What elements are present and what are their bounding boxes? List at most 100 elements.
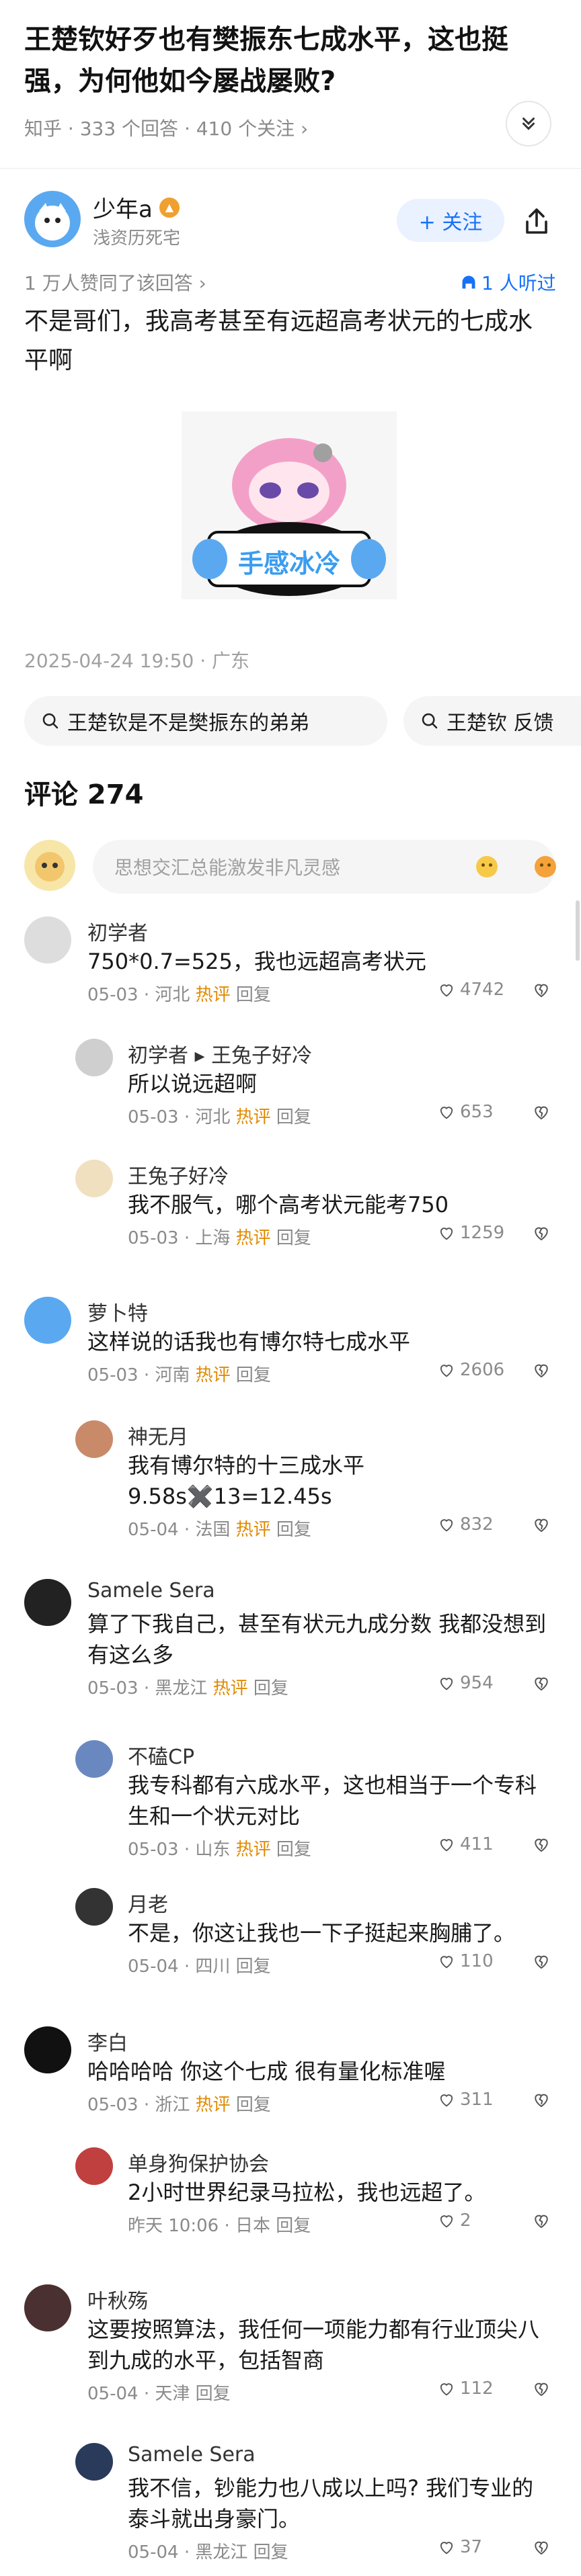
comment-date: 05-04 ·: [128, 2542, 196, 2563]
question-title[interactable]: 王楚钦好歹也有樊振东七成水平，这也挺强，为何他如今屡战屡败?: [24, 19, 508, 102]
share-button[interactable]: [520, 206, 553, 238]
commenter-avatar[interactable]: [75, 1888, 113, 1926]
emoji-button-icon[interactable]: [476, 856, 498, 877]
commenter-name[interactable]: 不磕CP: [128, 1740, 194, 1770]
reply-button[interactable]: 回复: [196, 2384, 231, 2404]
comment-location: 日本: [235, 2216, 276, 2236]
commenter-name-text[interactable]: Samele Sera: [128, 2443, 256, 2466]
commenter-avatar[interactable]: [24, 2026, 71, 2073]
like-button[interactable]: 2: [437, 2210, 471, 2231]
commenter-name[interactable]: 初学者 ▸ 王兔子好冷: [128, 1039, 312, 1068]
commenter-avatar[interactable]: [75, 1740, 113, 1778]
commenter-avatar[interactable]: [75, 2443, 113, 2481]
commenter-name-text[interactable]: 不磕CP: [128, 1740, 194, 1770]
like-button[interactable]: 37: [437, 2537, 482, 2557]
commenter-name-text[interactable]: 萝卜特: [87, 1297, 148, 1326]
related-search-chip[interactable]: 王楚钦 反馈: [403, 696, 581, 746]
commenter-name[interactable]: 初学者: [87, 916, 148, 946]
commenter-name[interactable]: 月老: [128, 1888, 168, 1918]
reply-button[interactable]: 回复: [236, 1365, 271, 1385]
dislike-button[interactable]: [531, 2210, 554, 2233]
commenter-name[interactable]: 叶秋殇: [87, 2284, 148, 2314]
reply-button[interactable]: 回复: [276, 1228, 311, 1248]
dislike-button[interactable]: [531, 2090, 554, 2112]
like-button[interactable]: 110: [437, 1951, 494, 1971]
commenter-avatar[interactable]: [75, 1039, 113, 1076]
commenter-name-text[interactable]: 叶秋殇: [87, 2284, 148, 2314]
commenter-name-text[interactable]: 单身狗保护协会: [128, 2147, 269, 2177]
commenter-avatar[interactable]: [24, 1579, 71, 1626]
emoji-panel-icon[interactable]: [535, 856, 557, 877]
reply-button[interactable]: 回复: [276, 1107, 311, 1127]
commenter-avatar[interactable]: [75, 2147, 113, 2185]
comment-location: 山东: [195, 1840, 236, 1860]
reply-button[interactable]: 回复: [236, 1957, 271, 1977]
dislike-button[interactable]: [531, 1514, 554, 1537]
commenter-avatar[interactable]: [24, 916, 71, 963]
comment-text: 算了下我自己，甚至有状元九成分数 我都没想到有这么多: [87, 1611, 547, 1668]
dislike-button[interactable]: [531, 980, 554, 1002]
vote-count[interactable]: 1 万人赞同了该回答 ›: [24, 269, 206, 296]
commenter-name[interactable]: 神无月: [128, 1420, 188, 1450]
comment-meta: 05-03 · 山东 热评 回复: [128, 1836, 311, 1860]
like-button[interactable]: 112: [437, 2378, 494, 2399]
like-button[interactable]: 1259: [437, 1223, 504, 1243]
like-button[interactable]: 954: [437, 1673, 494, 1693]
comment-date: 05-04 ·: [87, 2384, 155, 2404]
author-name-row[interactable]: 少年a ▲: [93, 191, 180, 224]
commenter-avatar[interactable]: [75, 1160, 113, 1197]
dislike-button[interactable]: [531, 1951, 554, 1974]
heart-icon: [440, 1365, 453, 1377]
commenter-name-text[interactable]: Samele Sera: [87, 1579, 215, 1602]
like-button[interactable]: 4742: [437, 980, 504, 1000]
scrollbar[interactable]: [576, 900, 580, 961]
dislike-button[interactable]: [531, 1102, 554, 1125]
like-button[interactable]: 2606: [437, 1360, 504, 1380]
listened-count[interactable]: 1 人听过: [460, 269, 556, 296]
question-meta[interactable]: 知乎 · 333 个回答 · 410 个关注 ›: [24, 114, 308, 141]
like-button[interactable]: 832: [437, 1514, 494, 1535]
commenter-avatar[interactable]: [24, 2284, 71, 2331]
reply-button[interactable]: 回复: [254, 2542, 288, 2563]
dislike-button[interactable]: [531, 1223, 554, 1246]
related-search-chip[interactable]: 王楚钦是不是樊振东的弟弟: [24, 696, 387, 746]
commenter-name[interactable]: Samele Sera: [128, 2443, 256, 2466]
commenter-name-text[interactable]: 初学者: [87, 916, 148, 946]
reply-button[interactable]: 回复: [276, 1840, 311, 1860]
dislike-button[interactable]: [531, 1360, 554, 1383]
reply-button[interactable]: 回复: [236, 985, 271, 1005]
author-avatar[interactable]: [24, 191, 81, 247]
commenter-name[interactable]: 李白: [87, 2026, 128, 2056]
commenter-name[interactable]: 单身狗保护协会: [128, 2147, 269, 2177]
reply-button[interactable]: 回复: [276, 1520, 311, 1540]
commenter-avatar[interactable]: [24, 1297, 71, 1344]
commenter-avatar[interactable]: [75, 1420, 113, 1458]
commenter-name-text[interactable]: 初学者 ▸ 王兔子好冷: [128, 1039, 312, 1068]
commenter-name[interactable]: Samele Sera: [87, 1579, 215, 1602]
collapse-button[interactable]: [506, 101, 551, 146]
follow-button[interactable]: + 关注: [397, 199, 504, 242]
comment-date: 05-03 ·: [87, 2095, 155, 2115]
reply-button[interactable]: 回复: [276, 2216, 311, 2236]
dislike-button[interactable]: [531, 2378, 554, 2401]
commenter-name-text[interactable]: 王兔子好冷: [128, 1160, 229, 1189]
dislike-button[interactable]: [531, 1834, 554, 1857]
sticker-image[interactable]: 手感冰冷: [182, 411, 397, 599]
like-button[interactable]: 311: [437, 2090, 494, 2110]
like-count: 954: [460, 1673, 494, 1693]
dislike-button[interactable]: [531, 1673, 554, 1696]
like-button[interactable]: 411: [437, 1834, 494, 1854]
commenter-name[interactable]: 王兔子好冷: [128, 1160, 229, 1189]
like-button[interactable]: 653: [437, 1102, 494, 1122]
commenter-name-text[interactable]: 神无月: [128, 1420, 188, 1450]
commenter-name-text[interactable]: 李白: [87, 2026, 128, 2056]
comment-date: 昨天 10:06 ·: [128, 2216, 235, 2236]
dislike-button[interactable]: [531, 2537, 554, 2560]
comment-input-placeholder: 思想交汇总能激发非凡灵感: [114, 857, 341, 879]
reply-button[interactable]: 回复: [236, 2095, 271, 2115]
commenter-name[interactable]: 萝卜特: [87, 1297, 148, 1326]
comment-meta: 05-03 · 河北 热评 回复: [87, 981, 271, 1006]
reply-button[interactable]: 回复: [254, 1678, 288, 1699]
commenter-name-text[interactable]: 月老: [128, 1888, 168, 1918]
author-name[interactable]: 少年a: [93, 191, 153, 224]
